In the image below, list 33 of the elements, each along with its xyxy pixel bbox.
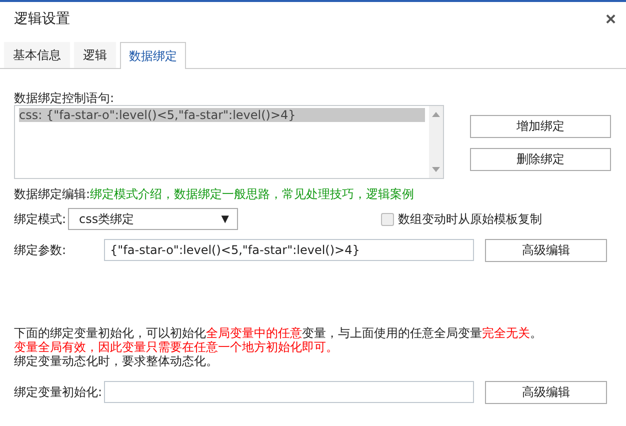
help-link[interactable]: 绑定模式介绍 <box>90 187 162 201</box>
tab[interactable]: 逻辑 <box>74 42 116 68</box>
action-button[interactable]: 增加绑定 <box>470 115 611 138</box>
separator: ， <box>162 187 174 201</box>
params-field[interactable]: {"fa-star-o":level()<5,"fa-star":level()>4} <box>104 239 474 261</box>
action-button[interactable]: 删除绑定 <box>470 148 611 171</box>
statement-list[interactable]: css: {"fa-star-o":level()<5,"fa-star":level()>4} <box>14 105 444 179</box>
tab[interactable]: 基本信息 <box>4 42 70 68</box>
advanced-edit-button[interactable]: 高级编辑 <box>485 380 607 404</box>
init-label: 绑定变量初始化: <box>14 384 104 400</box>
mode-select[interactable]: css类绑定 ▼ <box>68 208 238 230</box>
window-title: 逻辑设置 <box>14 10 70 28</box>
advanced-edit-button[interactable]: 高级编辑 <box>485 238 607 262</box>
note-text: 变量全局有效，因此变量只需要在任意一个地方初始化即可。 <box>14 340 339 354</box>
scrollbar[interactable] <box>429 106 443 178</box>
checkbox-label: 数组变动时从原始模板复制 <box>398 210 542 228</box>
separator: ， <box>354 187 366 201</box>
scroll-down-icon[interactable] <box>432 167 440 172</box>
note-text: 下面的绑定变量初始化，可以初始化全局变量中的任意变量，与上面使用的任意全局变量完全无关。 <box>14 326 543 340</box>
help-label: 数据绑定编辑: <box>14 187 90 201</box>
help-link[interactable]: 常见处理技巧 <box>282 187 354 201</box>
note-text: 绑定变量动态化时，要求整体动态化。 <box>14 354 219 368</box>
params-label: 绑定参数: <box>14 242 68 258</box>
help-link[interactable]: 数据绑定一般思路 <box>174 187 270 201</box>
separator: ， <box>270 187 282 201</box>
statements-label: 数据绑定控制语句: <box>14 91 116 105</box>
help-link[interactable]: 逻辑案例 <box>366 187 414 201</box>
close-button[interactable]: × <box>605 8 616 30</box>
tab[interactable]: 数据绑定 <box>120 42 186 69</box>
scroll-up-icon[interactable] <box>432 112 440 117</box>
init-field[interactable] <box>104 381 474 403</box>
list-item[interactable]: css: {"fa-star-o":level()<5,"fa-star":level()>4} <box>19 108 425 122</box>
mode-label: 绑定模式: <box>14 210 68 228</box>
